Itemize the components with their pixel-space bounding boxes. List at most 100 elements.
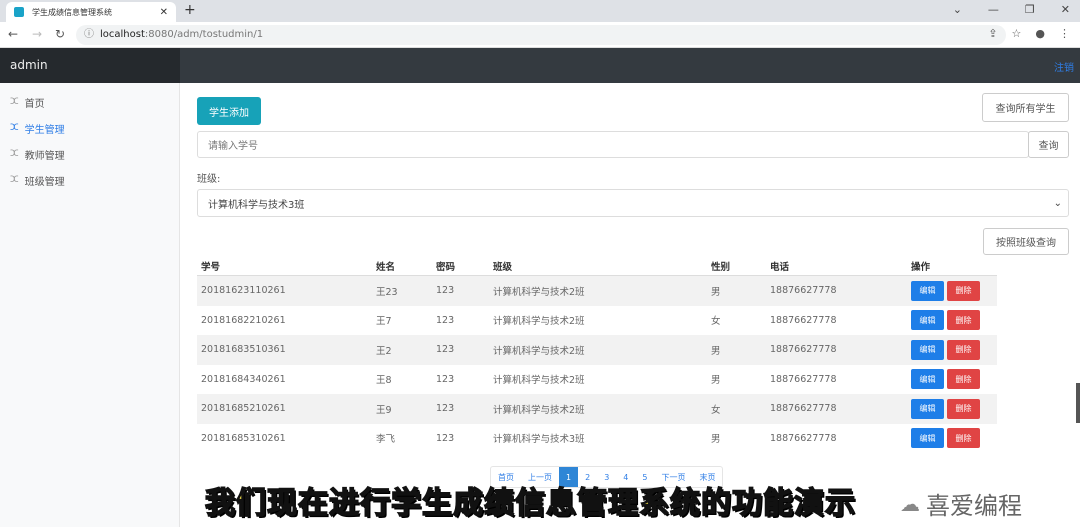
table-cell: 20181683510361 [201,344,286,356]
table-row: 20181685210261 王9 123 计算机科学与技术2班 女 1887662777… [197,394,997,424]
add-student-button[interactable]: 学生添加 [197,97,261,125]
table-cell: 计算机科学与技术2班 [493,404,585,416]
forward-icon[interactable]: → [32,27,42,41]
table-cell: 18876627778 [770,432,837,444]
table-row: 20181683510361 王2 123 计算机科学与技术2班 男 1887662777… [197,335,997,365]
url-input[interactable]: ⓘ localhost:8080/adm/tostudmin/1 [76,25,1006,45]
wechat-icon: ☁ [900,491,920,516]
table-cell: 女 [711,316,721,328]
class-select-value: 计算机科学与技术3班 [208,199,305,211]
url-host: localhost [100,29,145,40]
table-cell: 王9 [376,404,392,416]
url-path: :8080/adm/tostudmin/1 [144,29,264,40]
delete-button[interactable]: 删除 [947,339,980,360]
table-cell: 123 [436,373,455,385]
table-cell: 计算机科学与技术2班 [493,286,585,298]
table-cell: 18876627778 [770,373,837,385]
users-icon: ⵋ [10,149,19,159]
sidebar-item-label: 学生管理 [24,124,65,136]
profile-icon[interactable]: ● [1035,27,1045,40]
delete-button[interactable]: 删除 [947,398,980,419]
delete-button[interactable]: 删除 [947,428,980,449]
delete-button[interactable]: 删除 [947,310,980,331]
query-by-class-button[interactable]: 按照班级查询 [983,228,1069,255]
table-cell: 20181684340261 [201,373,286,385]
users-icon: ⵋ [10,175,19,185]
edit-button[interactable]: 编辑 [911,428,944,449]
class-label: 班级: [197,174,221,185]
table-cell: 计算机科学与技术2班 [493,345,585,357]
sidebar-item-label: 教师管理 [24,150,65,162]
edit-button[interactable]: 编辑 [911,280,944,301]
scrollbar[interactable] [1076,383,1080,423]
table-cell: 男 [711,375,721,387]
close-tab-icon[interactable]: ✕ [160,7,168,18]
class-select[interactable]: 计算机科学与技术3班 ⌄ [197,189,1069,217]
students-table: 学号 姓名 密码 班级 性别 电话 操作 20181623110261 王23 12… [197,256,997,453]
table-cell: 20181685310261 [201,432,286,444]
sidebar-item-label: 班级管理 [24,176,65,188]
watermark: ☁ 喜爱编程 [900,486,1022,521]
table-header: 学号 姓名 密码 班级 性别 电话 操作 [197,256,997,276]
new-tab-icon[interactable]: + [184,2,196,18]
sidebar-item-label: 首页 [24,98,45,110]
table-cell: 女 [711,404,721,416]
back-icon[interactable]: ← [8,27,18,41]
table-cell: 123 [436,285,455,297]
browser-tab[interactable]: 学生成绩信息管理系统 ✕ [6,2,176,22]
table-cell: 18876627778 [770,403,837,415]
table-cell: 123 [436,432,455,444]
table-cell: 18876627778 [770,285,837,297]
table-cell: 计算机科学与技术3班 [493,434,585,446]
close-window-icon[interactable]: ✕ [1061,3,1070,16]
watermark-text: 喜爱编程 [926,492,1022,520]
table-cell: 男 [711,345,721,357]
table-cell: 王7 [376,316,392,328]
star-icon[interactable]: ☆ [1012,27,1022,40]
brand: admin [0,48,180,83]
col-header: 密码 [436,261,456,273]
col-header: 操作 [911,261,931,273]
edit-button[interactable]: 编辑 [911,310,944,331]
table-row: 20181684340261 王8 123 计算机科学与技术2班 男 1887662777… [197,365,997,395]
col-header: 性别 [711,261,731,273]
edit-button[interactable]: 编辑 [911,398,944,419]
table-cell: 123 [436,314,455,326]
table-cell: 123 [436,403,455,415]
table-cell: 李飞 [376,434,396,446]
table-cell: 计算机科学与技术2班 [493,316,585,328]
minimize-icon[interactable]: — [988,3,999,16]
table-cell: 123 [436,344,455,356]
share-icon[interactable]: ⇪ [988,27,997,40]
table-row: 20181682210261 王7 123 计算机科学与技术2班 女 1887662777… [197,306,997,336]
address-bar-row: ← → ↻ ⓘ localhost:8080/adm/tostudmin/1 ⇪ ☆… [0,22,1080,48]
col-header: 学号 [201,261,221,273]
favicon-icon [14,7,24,17]
table-row: 20181685310261 李飞 123 计算机科学与技术3班 男 1887662777… [197,424,997,454]
users-icon: ⵋ [10,123,19,133]
student-id-search-input[interactable]: 请输入学号 [197,131,1029,158]
table-cell: 计算机科学与技术2班 [493,375,585,387]
sidebar-item-students[interactable]: ⵋ 学生管理 [0,115,179,141]
query-all-students-button[interactable]: 查询所有学生 [982,93,1069,122]
chevron-down-icon[interactable]: ⌄ [953,3,962,16]
delete-button[interactable]: 删除 [947,280,980,301]
menu-icon[interactable]: ⋮ [1059,27,1070,40]
browser-tab-bar: 学生成绩信息管理系统 ✕ + ⌄ — ❐ ✕ [0,0,1080,22]
col-header: 电话 [770,261,790,273]
tab-title: 学生成绩信息管理系统 [32,7,112,17]
edit-button[interactable]: 编辑 [911,369,944,390]
sidebar-item-teachers[interactable]: ⵋ 教师管理 [0,141,179,167]
info-icon: ⓘ [84,29,94,40]
search-button[interactable]: 查询 [1028,131,1069,158]
table-cell: 王23 [376,286,398,298]
reload-icon[interactable]: ↻ [55,27,65,41]
restore-icon[interactable]: ❐ [1025,3,1035,16]
sidebar-item-classes[interactable]: ⵋ 班级管理 [0,167,179,193]
logout-link[interactable]: 注销 [1054,59,1074,74]
delete-button[interactable]: 删除 [947,369,980,390]
table-row: 20181623110261 王23 123 计算机科学与技术2班 男 188766277… [197,276,997,306]
edit-button[interactable]: 编辑 [911,339,944,360]
sidebar-item-home[interactable]: ⵋ 首页 [0,89,179,115]
top-navbar: admin 注销 [0,48,1080,83]
